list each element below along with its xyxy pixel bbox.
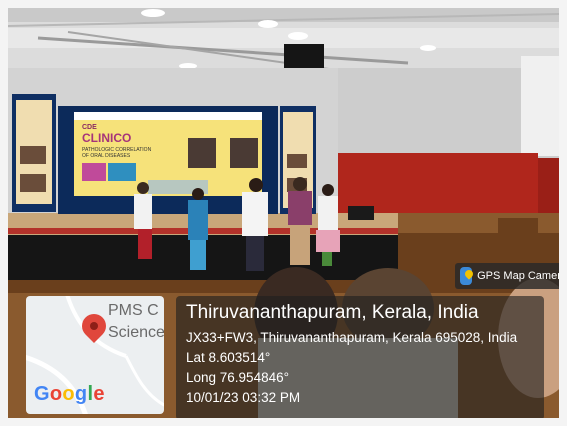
location-datetime: 10/01/23 03:32 PM [186, 390, 301, 405]
google-logo-letter: G [34, 383, 50, 405]
map-place-line-1: PMS C [108, 302, 159, 319]
map-thumbnail[interactable]: PMS C Science Google [26, 296, 164, 414]
location-address: JX33+FW3, Thiruvananthapuram, Kerala 695… [186, 330, 518, 345]
google-logo: Google [34, 383, 105, 406]
screen-title: CLINICO [82, 131, 131, 145]
location-latitude: Lat 8.603514° [186, 350, 271, 365]
map-place-line-2: Science [108, 324, 164, 341]
location-city: Thiruvananthapuram, Kerala, India [186, 302, 479, 323]
photo-frame: CDE CLINICO PATHOLOGIC CORRELATION OF OR… [8, 8, 559, 418]
location-longitude: Long 76.954846° [186, 370, 289, 385]
google-logo-letter: e [93, 383, 105, 405]
google-logo-letter: o [62, 383, 75, 405]
gps-badge-label: GPS Map Camera [477, 270, 559, 282]
location-info-card: Thiruvananthapuram, Kerala, India JX33+F… [176, 296, 544, 418]
screen-tag: CDE [82, 124, 97, 131]
gps-map-camera-icon [460, 267, 475, 285]
screen-subtitle-2: OF ORAL DISEASES [82, 153, 131, 159]
google-logo-letter: g [74, 383, 88, 405]
google-logo-letter: o [49, 383, 63, 405]
gps-map-camera-badge: GPS Map Camera [455, 263, 559, 289]
